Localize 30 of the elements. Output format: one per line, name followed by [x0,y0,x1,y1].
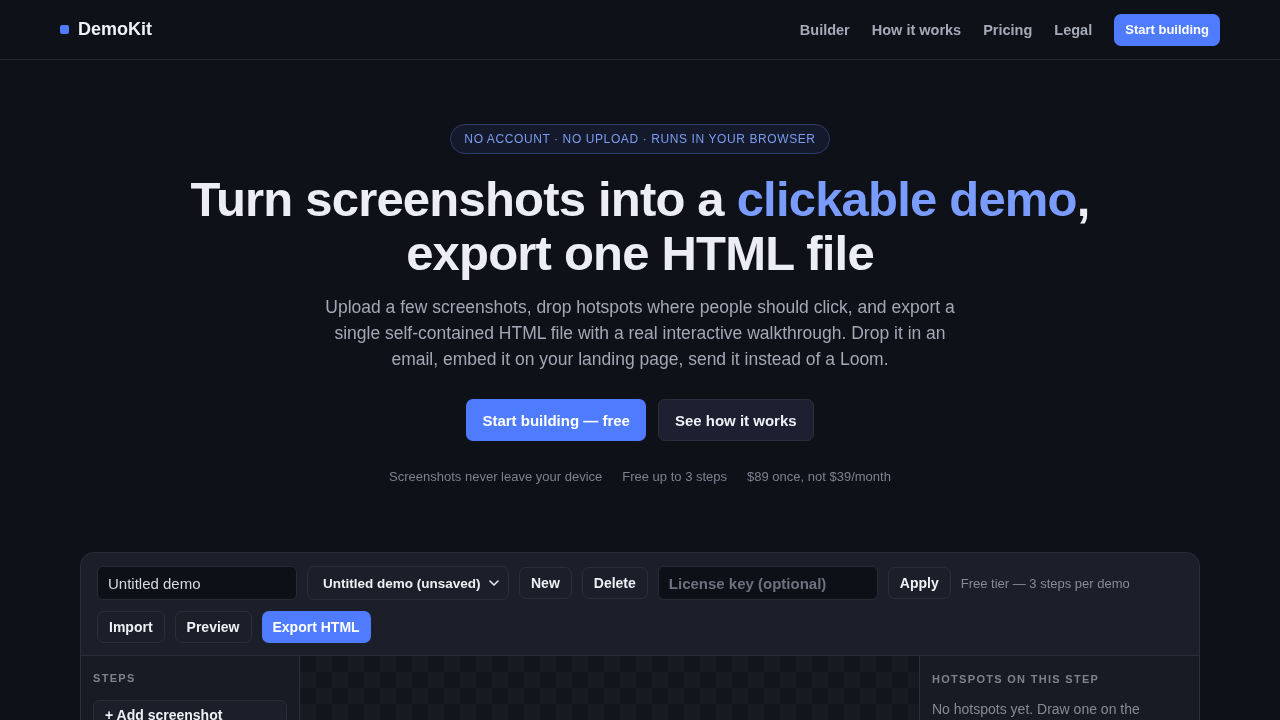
demo-title-input[interactable]: Untitled demo [97,566,297,600]
chevron-down-icon [489,580,499,586]
feature-badge: NO ACCOUNT · NO UPLOAD · RUNS IN YOUR BROWSER [450,124,830,154]
nav-link[interactable]: Builder [799,21,850,38]
start-building-button[interactable]: Start building [1114,13,1220,46]
hero-description: Upload a few screenshots, drop hotspots where people should click, and export a single self-contained HTML file with a real interactive walkthrough. Drop it in an email, embed it on your landing page, send it instead of a Loom. [324,296,956,371]
hotspots-heading: HOTSPOTS ON THIS STEP [932,673,1101,685]
feature-note: $89 once, not $39/month [747,469,891,484]
see-how-it-works-button[interactable]: See how it works [657,399,814,441]
nav-link[interactable]: Legal [1054,21,1093,38]
nav-link[interactable]: Pricing [983,21,1033,38]
license-key-input[interactable]: License key (optional) [657,566,878,600]
steps-heading: STEPS [93,672,137,684]
feature-note: Screenshots never leave your device [389,469,603,484]
toolbar-button[interactable]: Delete [581,567,648,599]
toolbar-button[interactable]: New [519,567,572,599]
hero-headline: Turn screenshots into a clickable demo, export one HTML file [189,172,1091,280]
brand-name[interactable]: DemoKit [78,19,152,40]
apply-button[interactable]: Apply [887,567,951,599]
nav-link[interactable]: How it works [871,21,962,38]
square-logo-icon [60,25,69,34]
empty-hotspots-text: No hotspots yet. Draw one on the [932,701,1141,717]
add-screenshot-button[interactable]: + Add screenshot [93,700,287,720]
feature-note: Free up to 3 steps [622,469,728,484]
start-building-free-button[interactable]: Start building — free [466,399,646,441]
demo-select[interactable]: Untitled demo (unsaved) [307,566,509,600]
tier-note: Free tier — 3 steps per demo [960,575,1130,591]
toolbar-button[interactable]: Preview [174,611,252,643]
toolbar-button[interactable]: Import [97,611,165,643]
toolbar-button[interactable]: Export HTML [261,611,371,643]
